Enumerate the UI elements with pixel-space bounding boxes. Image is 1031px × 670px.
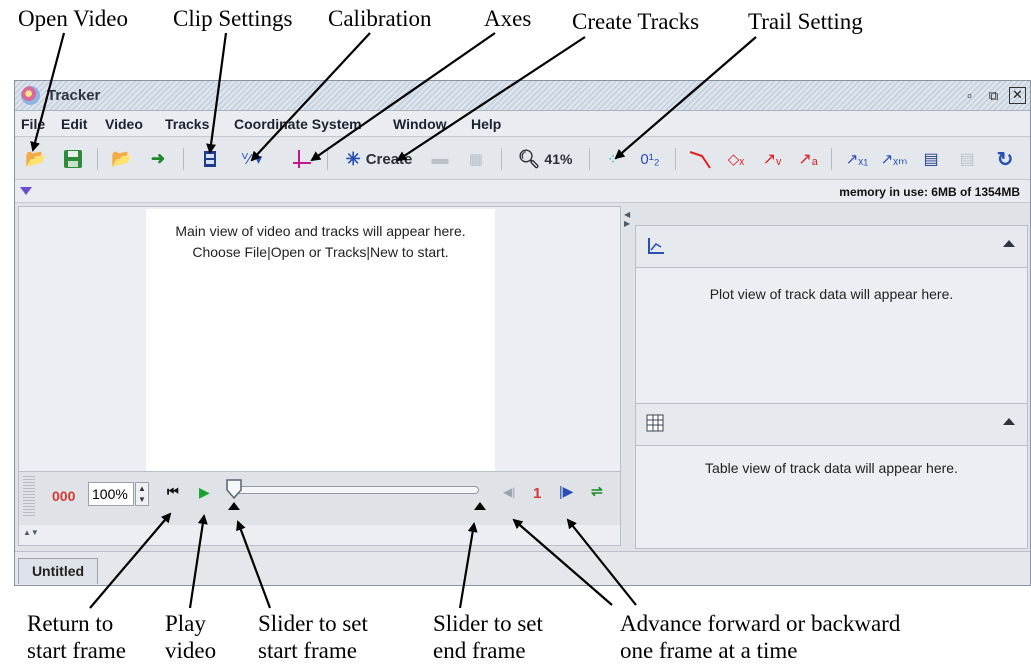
menu-edit[interactable]: Edit <box>61 116 87 132</box>
menu-video[interactable]: Video <box>105 116 143 132</box>
tracker-app-icon <box>21 86 40 105</box>
open-browser-icon[interactable]: 📂 <box>110 147 134 171</box>
table-panel-header <box>636 404 1027 446</box>
plot-view-message: Plot view of track data will appear here… <box>709 286 954 302</box>
create-label: Create <box>365 150 413 168</box>
menu-tracks[interactable]: Tracks <box>165 116 209 132</box>
memory-usage: memory in use: 6MB of 1354MB <box>839 185 1020 199</box>
end-frame-marker[interactable] <box>474 502 486 510</box>
tracker-window: Tracker ▫ ⧉ ✕ File Edit Video Tracks Coo… <box>14 80 1031 586</box>
copy-icon[interactable]: ▤ <box>955 147 979 171</box>
play-icon[interactable]: ▶ <box>199 484 210 501</box>
label-open-video: Open Video <box>18 6 128 31</box>
step-size[interactable]: 1 <box>533 485 541 502</box>
table-icon[interactable] <box>646 414 664 432</box>
collapse-plot-icon[interactable] <box>1003 240 1015 247</box>
image-icon[interactable]: ▦ <box>465 147 487 171</box>
xm-icon[interactable]: ↗ₓₘ <box>879 147 909 171</box>
menu-file[interactable]: File <box>21 116 45 132</box>
video-canvas[interactable]: Main view of video and tracks will appea… <box>146 209 495 471</box>
clip-settings-icon[interactable] <box>199 147 221 171</box>
table-view-message: Table view of track data will appear her… <box>705 460 958 476</box>
label-slider-start: Slider to set start frame <box>258 611 368 663</box>
rate-field[interactable]: 100% <box>88 482 134 506</box>
minimize-icon[interactable]: ▫ <box>961 87 978 104</box>
label-play-video: Play video <box>165 611 217 663</box>
refresh-icon[interactable]: ↻ <box>993 147 1017 171</box>
open-folder-icon[interactable]: 📂 <box>24 147 48 171</box>
create-tracks-button[interactable]: ✳ Create <box>339 147 419 171</box>
step-forward-icon[interactable]: |▶ <box>559 483 573 500</box>
window-title: Tracker <box>47 87 101 104</box>
grip-handle <box>23 476 35 516</box>
slider-thumb[interactable] <box>225 478 243 500</box>
return-to-start-icon[interactable]: ⏮ <box>167 484 179 500</box>
save-icon[interactable] <box>61 147 85 171</box>
info-bar: memory in use: 6MB of 1354MB <box>15 180 1030 203</box>
player-bar: 000 100% ▲ ▼ ⏮ ▶ ◀| 1 |▶ ⇌ <box>19 471 620 525</box>
label-create-tracks: Create Tracks <box>572 9 700 34</box>
zoom-icon: 🔍︎ <box>517 148 541 169</box>
label-slider-end: Slider to set end frame <box>433 611 543 663</box>
main-view-message: Main view of video and tracks will appea… <box>175 223 466 260</box>
loop-icon[interactable]: ⇌ <box>591 483 603 500</box>
toolbar: 📂 📂 ➜ ⱽ⁄ ▾ ✳ Create ▬ ▦ 🔍︎ 41% ⁘ 0¹₂ ◇ₓ … <box>15 138 1030 180</box>
create-tracks-icon: ✳ <box>345 148 361 169</box>
tab-bar: Untitled <box>15 551 1030 585</box>
label-icon[interactable]: 0¹₂ <box>635 147 665 171</box>
collapse-table-icon[interactable] <box>1003 418 1015 425</box>
main-video-panel: Main view of video and tracks will appea… <box>18 206 621 546</box>
plot-icon[interactable] <box>646 236 666 256</box>
tab-untitled[interactable]: Untitled <box>18 558 98 584</box>
vertical-divider[interactable]: ◀ ▶ <box>622 206 635 546</box>
start-frame-marker[interactable] <box>228 502 240 510</box>
close-icon[interactable]: ✕ <box>1009 87 1026 104</box>
label-trail-setting: Trail Setting <box>748 9 863 34</box>
notes-icon[interactable]: ▤ <box>919 147 943 171</box>
split-handle[interactable]: ▲▼ <box>19 525 620 543</box>
acceleration-icon[interactable]: ↗ₐ <box>795 147 821 171</box>
velocity-icon[interactable]: ↗ᵥ <box>759 147 785 171</box>
axes-icon[interactable] <box>290 147 314 171</box>
menu-window[interactable]: Window <box>393 116 447 132</box>
label-clip-settings: Clip Settings <box>173 6 293 31</box>
zoom-label: 41% <box>544 151 573 167</box>
trail-icon[interactable]: ⁘ <box>601 147 625 171</box>
label-calibration: Calibration <box>328 6 432 31</box>
plot-panel-header <box>636 226 1027 268</box>
zoom-button[interactable]: 🔍︎ 41% <box>513 147 577 171</box>
rate-spinner[interactable]: ▲ ▼ <box>135 482 149 506</box>
menu-help[interactable]: Help <box>471 116 501 132</box>
path-icon[interactable] <box>687 147 713 171</box>
position-icon[interactable]: ◇ₓ <box>723 147 749 171</box>
menu-bar: File Edit Video Tracks Coordinate System… <box>15 111 1030 137</box>
frame-slider[interactable] <box>235 486 479 494</box>
x1-icon[interactable]: ↗ₓ₁ <box>843 147 871 171</box>
step-back-icon[interactable]: ◀| <box>503 485 515 499</box>
ruler-icon[interactable]: ▬ <box>429 147 451 171</box>
table-panel: Table view of track data will appear her… <box>635 403 1028 549</box>
restore-icon[interactable]: ⧉ <box>985 87 1002 104</box>
label-axes: Axes <box>484 6 532 31</box>
frame-counter: 000 <box>52 488 76 504</box>
import-icon[interactable]: ➜ <box>145 147 171 171</box>
triangle-down-icon[interactable] <box>20 187 32 195</box>
label-return-to-start: Return to start frame <box>27 611 126 663</box>
menu-coordinate-system[interactable]: Coordinate System <box>234 116 362 132</box>
label-advance-frame: Advance forward or backward one frame at… <box>620 611 901 663</box>
title-bar[interactable]: Tracker ▫ ⧉ ✕ <box>15 81 1030 111</box>
calibration-icon[interactable]: ⱽ⁄ ▾ <box>237 147 267 171</box>
